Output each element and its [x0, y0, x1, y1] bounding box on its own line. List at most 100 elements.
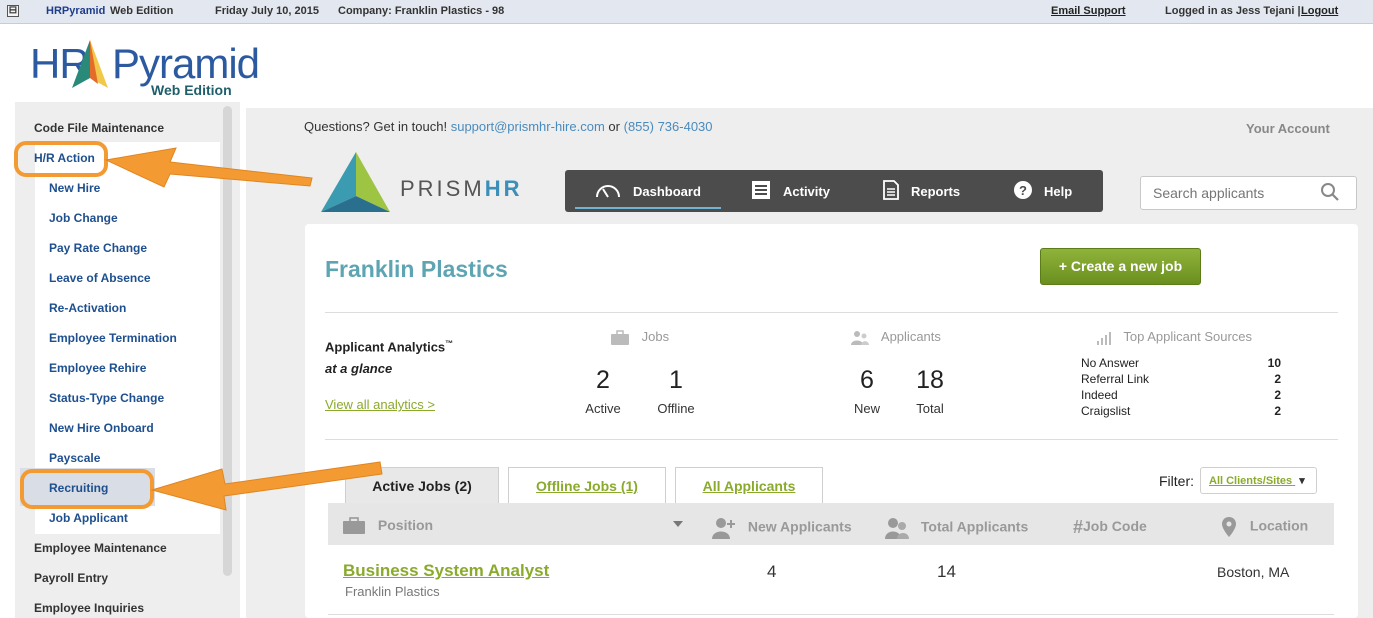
job-company: Franklin Plastics: [345, 584, 440, 599]
logo-pyramid-text: Pyramid: [112, 40, 260, 87]
hrpyramid-logo: HR Pyramid Web Edition: [30, 38, 260, 98]
company-title: Franklin Plastics: [325, 256, 508, 282]
nav-reports[interactable]: Reports: [883, 170, 960, 212]
support-email-link[interactable]: support@prismhr-hire.com: [451, 119, 605, 134]
recruiting-highlight-ring: [20, 469, 154, 509]
sidebar-item-employee-maintenance[interactable]: Employee Maintenance: [34, 541, 167, 555]
tab-active-jobs[interactable]: Active Jobs (2): [345, 467, 499, 503]
sidebar-item-pay-rate-change[interactable]: Pay Rate Change: [49, 241, 147, 255]
source-row: No Answer 10: [1081, 356, 1281, 370]
applicants-header-label: Applicants: [880, 329, 941, 344]
search-icon[interactable]: [1320, 182, 1340, 202]
hash-icon: #: [1073, 517, 1084, 537]
sidebar-item-new-hire[interactable]: New Hire: [49, 181, 100, 195]
sidebar-item-payroll-entry[interactable]: Payroll Entry: [34, 571, 108, 585]
support-phone-link[interactable]: (855) 736-4030: [624, 119, 713, 134]
sidebar-item-job-change[interactable]: Job Change: [49, 211, 118, 225]
email-support-link[interactable]: Email Support: [1051, 5, 1126, 17]
applicants-header: Applicants: [850, 329, 941, 346]
nav-help[interactable]: ? Help: [1014, 170, 1072, 212]
filter-select[interactable]: All Clients/Sites ▾: [1200, 467, 1317, 494]
view-all-analytics-link[interactable]: View all analytics >: [325, 397, 435, 412]
nav-help-label: Help: [1044, 183, 1073, 199]
nav-active-indicator: [575, 207, 721, 209]
logo-subtitle: Web Edition: [151, 82, 232, 98]
app-root: ⊟ HRPyramid Web Edition Friday July 10, …: [0, 0, 1373, 618]
th-position[interactable]: Position: [342, 517, 433, 535]
list-icon: [751, 180, 771, 203]
th-total-applicants[interactable]: Total Applicants: [885, 517, 1028, 539]
prism-word: PRISM: [400, 176, 485, 201]
sidebar-item-new-hire-onboard[interactable]: New Hire Onboard: [49, 421, 154, 435]
sidebar-item-code-file-maintenance[interactable]: Code File Maintenance: [34, 121, 164, 135]
sort-down-icon[interactable]: [673, 521, 683, 527]
sidebar-scrollbar[interactable]: [223, 106, 232, 576]
filter-label: Filter:: [1159, 473, 1194, 489]
th-new-applicants-label: New Applicants: [747, 518, 852, 535]
bar-chart-icon: [1097, 331, 1111, 345]
current-date: Friday July 10, 2015: [215, 5, 319, 17]
app-name: HRPyramid: [46, 5, 106, 17]
sidebar-item-employee-inquiries[interactable]: Employee Inquiries: [34, 601, 144, 615]
collapse-icon[interactable]: ⊟: [7, 5, 19, 17]
pyramid-logo-icon: [72, 40, 108, 88]
tab-all-applicants[interactable]: All Applicants: [675, 467, 823, 503]
th-position-label: Position: [377, 517, 434, 533]
nav-activity[interactable]: Activity: [751, 170, 830, 212]
hr-action-highlight-ring: [14, 141, 108, 177]
job-total-applicants: 14: [937, 562, 956, 581]
question-icon: ?: [1014, 180, 1032, 202]
create-new-job-button[interactable]: + Create a new job: [1040, 248, 1201, 285]
sources-header: Top Applicant Sources: [1096, 329, 1252, 346]
th-job-code[interactable]: #Job Code: [1073, 517, 1147, 538]
th-new-applicants[interactable]: New Applicants: [712, 517, 852, 539]
hr-word: HR: [484, 176, 523, 201]
job-new-applicants: 4: [767, 562, 777, 581]
source-count: 2: [1274, 388, 1281, 402]
contact-or: or: [608, 119, 620, 134]
sidebar-item-employee-termination[interactable]: Employee Termination: [49, 331, 177, 345]
contact-line: Questions? Get in touch! support@prismhr…: [304, 119, 713, 134]
divider-top: [325, 312, 1338, 313]
people-icon: [885, 518, 909, 539]
nav-dashboard[interactable]: Dashboard: [595, 170, 701, 212]
sidebar-item-leave-of-absence[interactable]: Leave of Absence: [49, 271, 151, 285]
nav-activity-label: Activity: [783, 183, 830, 199]
your-account-link[interactable]: Your Account: [1246, 121, 1330, 136]
top-bar: ⊟ HRPyramid Web Edition Friday July 10, …: [0, 0, 1373, 24]
source-row: Craigslist 2: [1081, 404, 1281, 418]
sidebar-item-re-activation[interactable]: Re-Activation: [49, 301, 126, 315]
jobs-active-label: Active: [585, 401, 621, 416]
svg-text:?: ?: [1019, 183, 1027, 198]
sidebar-item-status-type-change[interactable]: Status-Type Change: [49, 391, 164, 405]
contact-prompt: Questions? Get in touch!: [304, 119, 448, 134]
job-location: Boston, MA: [1217, 564, 1290, 580]
document-icon: [883, 179, 899, 203]
jobs-header-label: Jobs: [641, 329, 670, 344]
nav-reports-label: Reports: [911, 183, 961, 199]
logout-link[interactable]: Logout: [1301, 5, 1338, 17]
analytics-title: Applicant Analytics™: [325, 339, 453, 354]
jobs-header: Jobs: [610, 329, 669, 346]
source-row: Indeed 2: [1081, 388, 1281, 402]
sidebar-item-employee-rehire[interactable]: Employee Rehire: [49, 361, 146, 375]
analytics-subtitle: at a glance: [325, 361, 393, 376]
sidebar-item-job-applicant[interactable]: Job Applicant: [49, 511, 128, 525]
th-location[interactable]: Location: [1222, 517, 1308, 537]
th-location-label: Location: [1249, 517, 1309, 534]
people-icon: [851, 330, 869, 345]
app-edition: Web Edition: [110, 5, 174, 17]
add-person-icon: [712, 518, 735, 539]
sidebar: Code File Maintenance H/R Action New Hir…: [15, 102, 240, 618]
analytics-title-text: Applicant Analytics: [325, 339, 446, 355]
tab-offline-jobs[interactable]: Offline Jobs (1): [508, 467, 666, 503]
prismhr-wordmark: PRISMHR: [400, 176, 522, 202]
map-pin-icon: [1222, 517, 1236, 537]
sidebar-item-payscale[interactable]: Payscale: [49, 451, 100, 465]
filter-select-value: All Clients/Sites: [1209, 475, 1293, 487]
company-label: Company: Franklin Plastics - 98: [338, 5, 505, 17]
sources-header-label: Top Applicant Sources: [1123, 329, 1253, 344]
briefcase-icon: [343, 517, 365, 535]
job-title-link[interactable]: Business System Analyst: [343, 561, 549, 581]
prismhr-logo-icon: [321, 152, 390, 212]
